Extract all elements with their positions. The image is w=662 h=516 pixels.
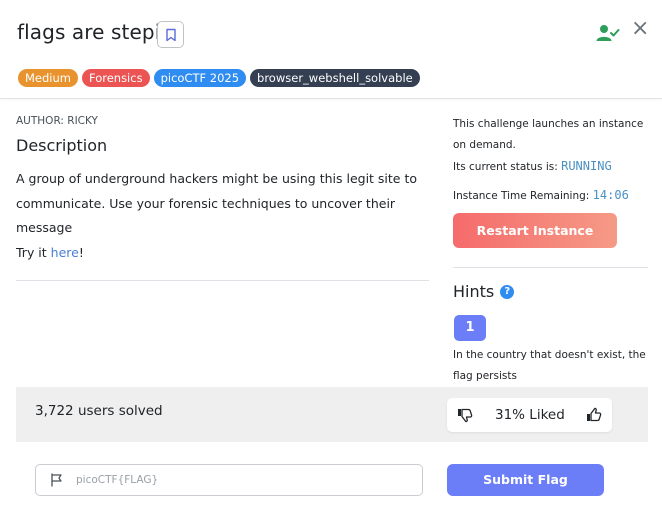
restart-instance-button[interactable]: Restart Instance bbox=[453, 213, 617, 248]
users-solved-count: 3,722 users solved bbox=[35, 403, 163, 419]
tag-list: Medium Forensics picoCTF 2025 browser_we… bbox=[18, 69, 420, 87]
try-suffix: ! bbox=[78, 244, 84, 260]
flag-icon bbox=[51, 473, 62, 487]
instance-panel: This challenge launches an instance on d… bbox=[453, 114, 648, 207]
tag-difficulty[interactable]: Medium bbox=[18, 69, 78, 87]
author-label: AUTHOR: RICKY bbox=[16, 115, 98, 127]
description-heading: Description bbox=[16, 136, 108, 155]
divider bbox=[16, 280, 429, 281]
tag-event[interactable]: picoCTF 2025 bbox=[153, 69, 247, 87]
status-value: RUNNING bbox=[561, 159, 612, 173]
flag-input-wrapper bbox=[35, 464, 423, 496]
close-icon[interactable]: × bbox=[631, 18, 649, 40]
challenge-title: flags are stepic bbox=[17, 20, 172, 44]
help-icon[interactable]: ? bbox=[500, 284, 515, 299]
like-widget: 31% Liked bbox=[447, 398, 612, 432]
bookmark-icon bbox=[165, 28, 176, 41]
thumb-up-icon[interactable] bbox=[586, 407, 602, 423]
instance-time-line: Instance Time Remaining: 14:06 bbox=[453, 185, 648, 207]
tag-webshell[interactable]: browser_webshell_solvable bbox=[250, 69, 420, 87]
instance-link[interactable]: here bbox=[51, 245, 79, 260]
instance-status-line: Its current status is: RUNNING bbox=[453, 156, 648, 178]
challenge-header: flags are stepic × Medium Forensics pico… bbox=[0, 0, 662, 99]
stats-bar: 3,722 users solved 31% Liked bbox=[16, 387, 648, 442]
status-label: Its current status is: bbox=[453, 161, 562, 173]
divider bbox=[453, 267, 648, 268]
hints-heading: Hints bbox=[453, 282, 495, 301]
instance-launch-text: This challenge launches an instance on d… bbox=[453, 118, 644, 151]
hint-text: In the country that doesn't exist, the f… bbox=[453, 349, 646, 382]
user-check-icon[interactable] bbox=[596, 23, 620, 43]
hint-1-button[interactable]: 1 bbox=[454, 315, 486, 341]
thumb-down-icon[interactable] bbox=[457, 407, 473, 423]
try-it-line: Try it here! bbox=[16, 241, 429, 266]
challenge-description-panel: AUTHOR: RICKY Description A group of und… bbox=[16, 115, 429, 265]
hints-section-heading: Hints ? bbox=[453, 282, 515, 301]
try-prefix: Try it bbox=[16, 244, 51, 260]
flag-input[interactable] bbox=[76, 469, 406, 491]
description-text: A group of underground hackers might be … bbox=[16, 171, 418, 235]
bookmark-button[interactable] bbox=[157, 21, 184, 48]
time-value: 14:06 bbox=[592, 188, 629, 202]
time-label: Instance Time Remaining: bbox=[453, 190, 593, 202]
submit-flag-button[interactable]: Submit Flag bbox=[447, 464, 604, 496]
tag-category[interactable]: Forensics bbox=[81, 69, 150, 87]
liked-percentage: 31% Liked bbox=[495, 407, 565, 423]
